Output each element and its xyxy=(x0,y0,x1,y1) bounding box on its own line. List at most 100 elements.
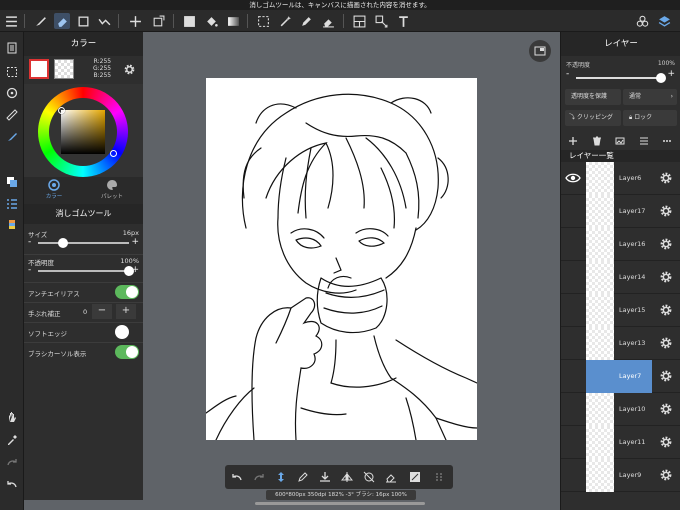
rotate-canvas-icon[interactable] xyxy=(273,469,289,485)
eye-icon[interactable] xyxy=(565,171,581,185)
layer-info[interactable]: Layer6 xyxy=(614,162,652,195)
tab-color[interactable]: カラー xyxy=(29,179,79,200)
flip-icon[interactable] xyxy=(339,469,355,485)
navigator-icon[interactable] xyxy=(529,40,551,62)
saturation-value-square[interactable] xyxy=(61,110,105,154)
layer-thumbnail[interactable] xyxy=(586,228,614,261)
list-icon[interactable] xyxy=(4,196,20,212)
layer-settings-gear-icon[interactable] xyxy=(659,237,673,251)
layer-row[interactable]: Layer16 xyxy=(561,228,680,261)
layer-info[interactable]: Layer17 xyxy=(614,195,652,228)
layer-icon[interactable] xyxy=(4,40,20,56)
layer-image-icon[interactable] xyxy=(614,135,626,147)
select-eraser-icon[interactable] xyxy=(320,13,336,29)
opacity-slider[interactable] xyxy=(38,266,134,276)
ruler-icon[interactable] xyxy=(4,107,20,123)
select-pen-icon[interactable] xyxy=(298,13,314,29)
layer-thumbnail[interactable] xyxy=(586,195,614,228)
hand-icon[interactable] xyxy=(4,409,20,425)
layer-settings-gear-icon[interactable] xyxy=(659,171,673,185)
layer-thumbnail[interactable] xyxy=(586,162,614,195)
opacity-plus-button[interactable]: + xyxy=(131,265,139,275)
trash-icon[interactable] xyxy=(591,135,603,147)
size-slider[interactable] xyxy=(38,238,129,248)
gradient-icon[interactable] xyxy=(225,13,241,29)
dot-tool-icon[interactable] xyxy=(96,13,112,29)
layer-row[interactable]: Layer15 xyxy=(561,294,680,327)
frame-icon[interactable] xyxy=(351,13,367,29)
layer-settings-gear-icon[interactable] xyxy=(659,270,673,284)
snap-off-icon[interactable] xyxy=(361,469,377,485)
brush-cursor-toggle[interactable] xyxy=(115,345,139,359)
layer-row[interactable]: Layer6 xyxy=(561,162,680,195)
bucket-icon[interactable] xyxy=(203,13,219,29)
palette-icon[interactable] xyxy=(4,217,20,233)
layer-thumbnail[interactable] xyxy=(586,393,614,426)
layer-info[interactable]: Layer9 xyxy=(614,459,652,492)
layer-settings-gear-icon[interactable] xyxy=(659,336,673,350)
redo-bottom-icon[interactable] xyxy=(251,469,267,485)
undo-bottom-icon[interactable] xyxy=(229,469,245,485)
layer-thumbnail[interactable] xyxy=(586,327,614,360)
more-icon[interactable] xyxy=(661,135,673,147)
opacity-minus-button[interactable]: - xyxy=(28,265,31,275)
tab-palette[interactable]: パレット xyxy=(87,179,137,200)
layer-opacity-minus[interactable]: - xyxy=(566,69,569,79)
more-grid-icon[interactable] xyxy=(431,469,447,485)
layer-info[interactable]: Layer10 xyxy=(614,393,652,426)
main-color-swatch[interactable] xyxy=(29,59,49,79)
sub-color-swatch[interactable] xyxy=(54,59,74,79)
select-icon[interactable] xyxy=(255,13,271,29)
sv-cursor[interactable] xyxy=(58,107,65,114)
layer-settings-gear-icon[interactable] xyxy=(659,468,673,482)
color-square-icon[interactable] xyxy=(4,174,20,190)
layer-settings-gear-icon[interactable] xyxy=(659,204,673,218)
magic-wand-icon[interactable] xyxy=(277,13,293,29)
drawing-canvas[interactable] xyxy=(206,78,477,440)
protect-alpha-button[interactable]: 透明度を保護 xyxy=(565,89,621,105)
layer-thumbnail[interactable] xyxy=(586,261,614,294)
layer-info[interactable]: Layer13 xyxy=(614,327,652,360)
fill-color-icon[interactable] xyxy=(181,13,197,29)
soft-edge-toggle[interactable] xyxy=(115,325,129,339)
layer-list-icon[interactable] xyxy=(638,135,650,147)
lock-button[interactable]: 🔒︎ ロック xyxy=(623,110,677,126)
color-settings-gear-icon[interactable] xyxy=(122,62,136,76)
layer-info[interactable]: Layer7 xyxy=(614,360,652,393)
redo-history-icon[interactable] xyxy=(4,85,20,101)
size-plus-button[interactable]: + xyxy=(131,237,139,247)
stabilizer-minus-button[interactable]: − xyxy=(92,304,112,319)
layer-thumbnail[interactable] xyxy=(586,360,614,393)
layer-settings-gear-icon[interactable] xyxy=(659,435,673,449)
layer-row[interactable]: Layer17 xyxy=(561,195,680,228)
layer-info[interactable]: Layer15 xyxy=(614,294,652,327)
hue-cursor[interactable] xyxy=(110,150,117,157)
layer-opacity-plus[interactable]: + xyxy=(667,69,675,79)
materials-icon[interactable] xyxy=(634,13,650,29)
layer-row[interactable]: Layer10 xyxy=(561,393,680,426)
undo-icon[interactable] xyxy=(4,476,20,492)
text-icon[interactable] xyxy=(395,13,411,29)
menu-icon[interactable] xyxy=(3,13,19,29)
layer-settings-gear-icon[interactable] xyxy=(659,369,673,383)
transform-icon[interactable] xyxy=(150,13,166,29)
layer-thumbnail[interactable] xyxy=(586,459,614,492)
clipping-button[interactable]: ⤵ クリッピング xyxy=(565,110,621,126)
layer-row[interactable]: Layer11 xyxy=(561,426,680,459)
pen-bottom-icon[interactable] xyxy=(295,469,311,485)
eyedropper-icon[interactable] xyxy=(4,432,20,448)
layer-info[interactable]: Layer16 xyxy=(614,228,652,261)
layers-icon[interactable] xyxy=(656,13,672,29)
layer-row[interactable]: Layer14 xyxy=(561,261,680,294)
layer-opacity-knob[interactable] xyxy=(656,73,666,83)
layer-info[interactable]: Layer14 xyxy=(614,261,652,294)
stabilizer-plus-button[interactable]: + xyxy=(116,304,136,319)
layer-info[interactable]: Layer11 xyxy=(614,426,652,459)
layer-thumbnail[interactable] xyxy=(586,294,614,327)
move-icon[interactable] xyxy=(127,13,143,29)
download-icon[interactable] xyxy=(317,469,333,485)
antialias-toggle[interactable] xyxy=(115,285,139,299)
layer-thumbnail[interactable] xyxy=(586,426,614,459)
add-layer-icon[interactable] xyxy=(567,135,579,147)
brush-settings-icon[interactable] xyxy=(4,129,20,145)
